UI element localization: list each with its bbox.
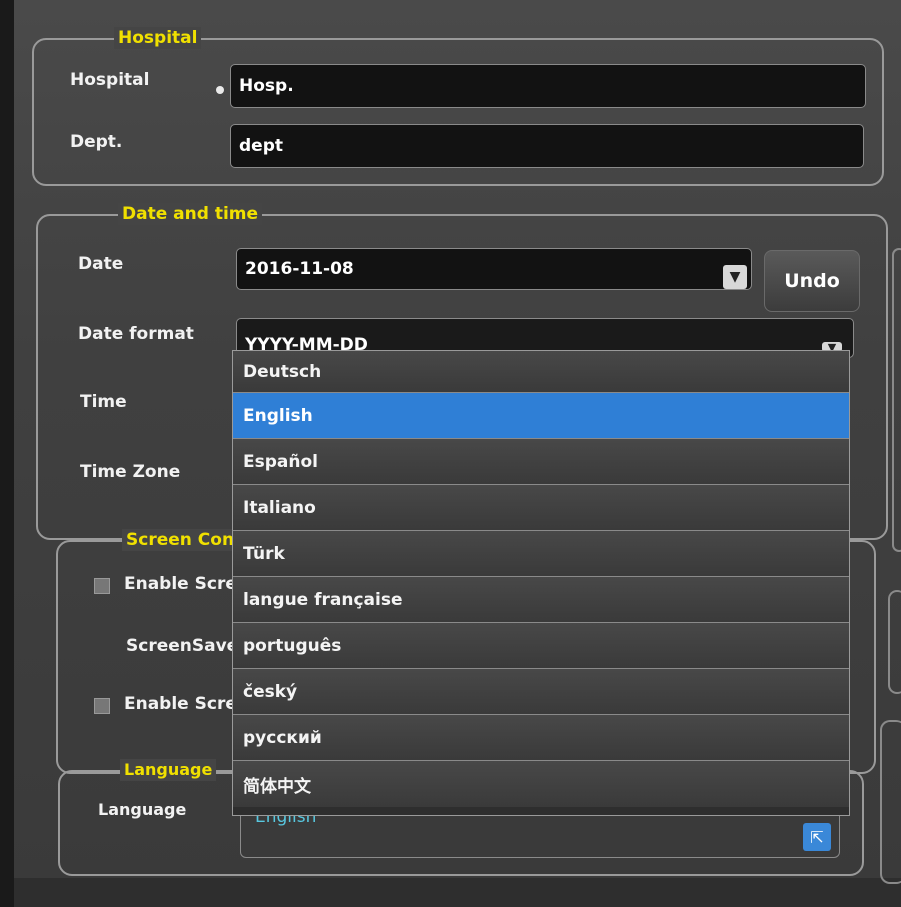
side-panel-edge <box>880 720 901 884</box>
timezone-label: Time Zone <box>80 462 181 482</box>
dropdown-option[interactable]: český <box>233 669 849 715</box>
dropdown-option[interactable]: Deutsch <box>233 351 849 393</box>
enable-screensaver-checkbox[interactable] <box>94 578 110 594</box>
enable-screen-option-checkbox[interactable] <box>94 698 110 714</box>
side-panel-edge <box>892 248 901 552</box>
undo-button[interactable]: Undo <box>764 250 860 312</box>
dropdown-option[interactable]: português <box>233 623 849 669</box>
dept-input[interactable]: dept <box>230 124 864 168</box>
date-label: Date <box>78 254 124 274</box>
time-label: Time <box>80 392 127 412</box>
light-reflection <box>216 86 224 94</box>
bottom-strip <box>14 878 901 907</box>
hospital-legend: Hospital <box>114 27 202 49</box>
date-format-label: Date format <box>78 324 194 344</box>
dropdown-option[interactable]: Türk <box>233 531 849 577</box>
enable-screen-option-label: Enable Scree <box>124 694 249 714</box>
screen-bezel <box>0 0 14 907</box>
dropdown-option[interactable]: Italiano <box>233 485 849 531</box>
hospital-label: Hospital <box>70 70 150 90</box>
language-dropdown-list: Deutsch English Español Italiano Türk la… <box>232 350 850 816</box>
cursor-icon[interactable]: ⇱ <box>803 823 831 851</box>
hospital-input[interactable]: Hosp. <box>230 64 866 108</box>
screen-control-legend: Screen Cont <box>122 529 247 551</box>
dropdown-option[interactable]: 简体中文 <box>233 761 849 807</box>
dropdown-option[interactable]: langue française <box>233 577 849 623</box>
chevron-down-icon[interactable]: ▼ <box>723 265 747 289</box>
dept-label: Dept. <box>70 132 123 152</box>
dropdown-option[interactable]: Español <box>233 439 849 485</box>
dropdown-option-selected[interactable]: English <box>233 393 849 439</box>
side-panel-edge <box>888 590 901 694</box>
screensaver-label: ScreenSaver <box>126 636 247 656</box>
language-label: Language <box>98 800 187 819</box>
datetime-legend: Date and time <box>118 203 263 225</box>
enable-screensaver-label: Enable Scree <box>124 574 249 594</box>
dropdown-option[interactable]: русский <box>233 715 849 761</box>
date-select[interactable]: 2016-11-08 <box>236 248 752 290</box>
language-legend: Language <box>120 759 217 781</box>
